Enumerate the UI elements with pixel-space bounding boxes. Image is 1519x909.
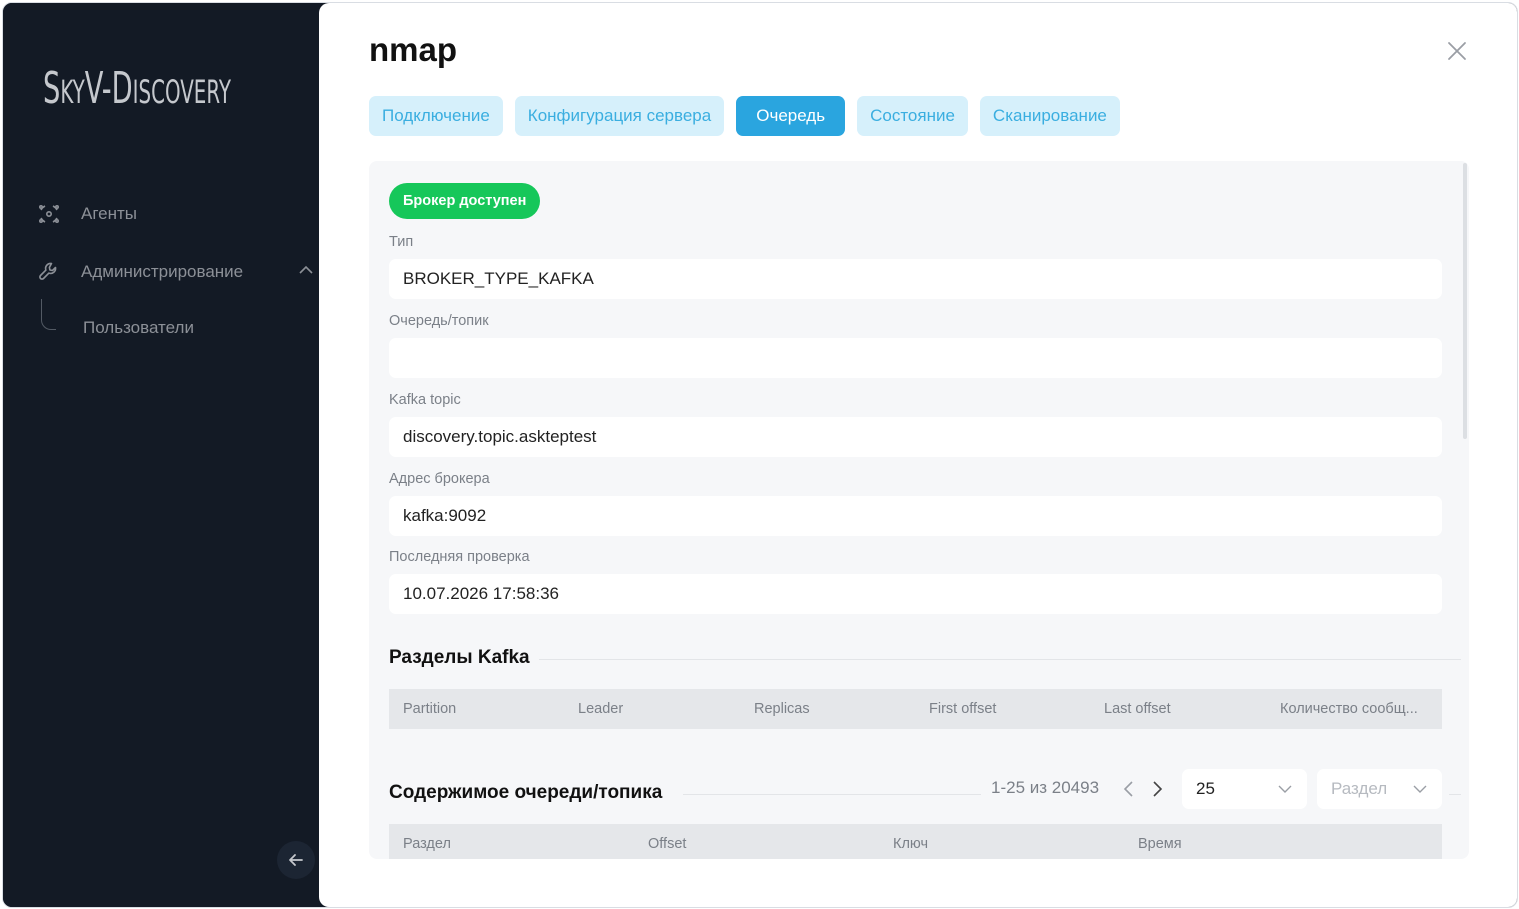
app-window: SKYV-DISCOVERY Агенты Администрирование: [2, 2, 1518, 908]
sidebar-item-users[interactable]: Пользователи: [83, 318, 194, 338]
column-header[interactable]: Last offset: [1104, 701, 1171, 717]
tab-queue[interactable]: Очередь: [736, 96, 846, 136]
messages-table-header: Раздел Offset Ключ Время: [389, 824, 1442, 859]
page-title: nmap: [369, 31, 458, 68]
type-field[interactable]: BROKER_TYPE_KAFKA: [389, 259, 1442, 299]
agents-icon: [35, 200, 63, 228]
last-check-field[interactable]: 10.07.2026 17:58:36: [389, 574, 1442, 614]
column-header[interactable]: Ключ: [893, 836, 928, 852]
field-label-broker-address: Адрес брокера: [389, 471, 490, 487]
partitions-table-header: Partition Leader Replicas First offset L…: [389, 689, 1442, 729]
column-header[interactable]: Время: [1138, 836, 1182, 852]
page-size-value: 25: [1196, 779, 1215, 798]
chevron-up-icon[interactable]: [297, 261, 315, 279]
broker-address-field[interactable]: kafka:9092: [389, 496, 1442, 536]
tab-bar: Подключение Конфигурация сервера Очередь…: [369, 96, 1120, 136]
collapse-sidebar-button[interactable]: [277, 841, 315, 879]
sidebar-item-agents[interactable]: Агенты: [35, 199, 137, 229]
queue-content-title: Содержимое очереди/топика: [389, 782, 663, 803]
queue-content: Брокер доступен Тип BROKER_TYPE_KAFKA Оч…: [369, 161, 1469, 859]
chevron-down-icon: [1278, 785, 1292, 793]
tree-connector: [41, 299, 56, 330]
tab-connection[interactable]: Подключение: [369, 96, 503, 136]
tab-scanning[interactable]: Сканирование: [979, 96, 1120, 136]
column-header[interactable]: Offset: [648, 836, 686, 852]
status-badge: Брокер доступен: [389, 183, 541, 219]
divider: [683, 794, 981, 795]
pagination-range: 1-25 из 20493: [991, 778, 1100, 797]
divider: [1449, 794, 1461, 795]
column-header[interactable]: Количество сообщ...: [1280, 701, 1418, 717]
arrow-left-icon: [289, 854, 303, 866]
sidebar-item-administration[interactable]: Администрирование: [35, 257, 243, 287]
field-label-last-check: Последняя проверка: [389, 549, 530, 565]
divider: [539, 659, 1461, 660]
field-label-kafka-topic: Kafka topic: [389, 392, 461, 408]
column-header[interactable]: Partition: [403, 701, 456, 717]
field-label-type: Тип: [389, 234, 414, 250]
field-label-queue: Очередь/топик: [389, 313, 489, 329]
details-panel: nmap Подключение Конфигурация сервера Оч…: [319, 3, 1517, 907]
column-header[interactable]: Leader: [578, 701, 623, 717]
scrollbar[interactable]: [1463, 163, 1467, 439]
partition-placeholder: Раздел: [1331, 779, 1388, 798]
sidebar: SKYV-DISCOVERY Агенты Администрирование: [3, 3, 319, 907]
sidebar-item-label: Администрирование: [81, 262, 244, 281]
tab-status[interactable]: Состояние: [857, 96, 968, 136]
close-icon[interactable]: [1445, 39, 1469, 63]
wrench-icon: [35, 258, 63, 286]
column-header[interactable]: Replicas: [754, 701, 810, 717]
chevron-down-icon: [1413, 785, 1427, 793]
chevron-left-icon[interactable]: [1119, 779, 1139, 799]
app-logo: SKYV-DISCOVERY: [43, 63, 231, 114]
chevron-right-icon[interactable]: [1147, 779, 1167, 799]
column-header[interactable]: First offset: [929, 701, 996, 717]
tab-server-config[interactable]: Конфигурация сервера: [514, 96, 725, 136]
sidebar-item-label: Агенты: [81, 204, 138, 223]
column-header[interactable]: Раздел: [403, 836, 451, 852]
queue-field[interactable]: [389, 338, 1442, 378]
kafka-topic-field[interactable]: discovery.topic.askteptest: [389, 417, 1442, 457]
page-size-select[interactable]: 25: [1182, 769, 1307, 809]
partition-select[interactable]: Раздел: [1317, 769, 1442, 809]
partitions-title: Разделы Kafka: [389, 647, 530, 668]
